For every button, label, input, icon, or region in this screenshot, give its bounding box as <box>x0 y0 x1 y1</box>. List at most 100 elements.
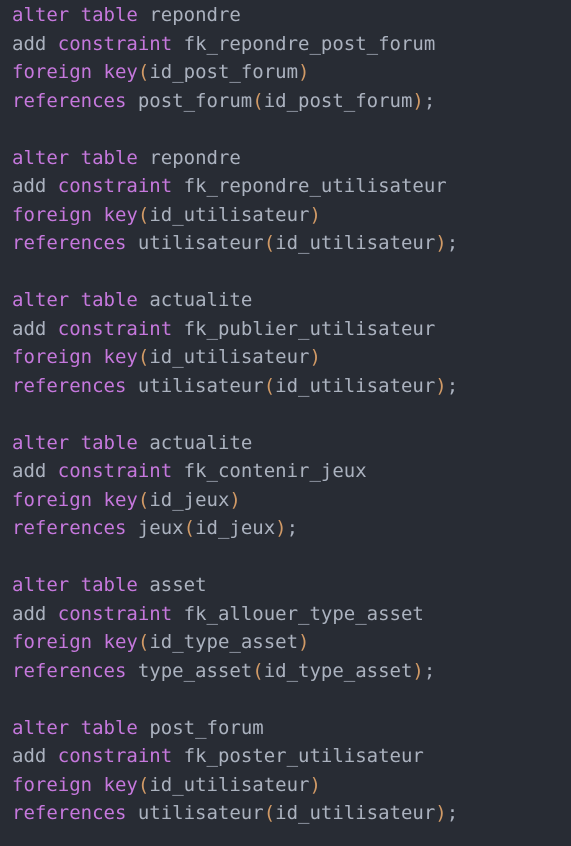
close-paren: ) <box>275 517 287 539</box>
close-paren: ) <box>309 203 321 226</box>
fk-column: id_jeux <box>149 488 230 511</box>
open-paren: ( <box>137 773 150 796</box>
table-name: repondre <box>149 4 241 26</box>
keyword-add: add <box>12 175 47 197</box>
referenced-column: id_utilisateur <box>275 374 436 397</box>
table-name: actualite <box>149 289 253 311</box>
code-line-references: references type_asset(id_type_asset); <box>12 657 571 686</box>
constraint-name: fk_repondre_utilisateur <box>183 175 447 197</box>
table-name: repondre <box>149 146 241 169</box>
keyword-references: references <box>12 89 127 112</box>
sql-statement-block: alter table actualite add constraint fk_p… <box>12 286 571 400</box>
referenced-column: id_post_forum <box>263 89 413 112</box>
keyword-alter: alter <box>12 289 70 311</box>
keyword-add: add <box>12 745 47 767</box>
keyword-references: references <box>12 659 127 682</box>
referenced-column: id_type_asset <box>263 659 413 682</box>
open-paren: ( <box>137 631 150 653</box>
keyword-alter: alter <box>12 574 70 596</box>
sql-statement-block: alter table actualite add constraint fk_c… <box>12 429 571 543</box>
open-paren: ( <box>137 346 150 368</box>
keyword-key: key <box>103 488 138 511</box>
keyword-table: table <box>80 289 138 311</box>
constraint-name: fk_publier_utilisateur <box>183 317 436 340</box>
sql-statement-block: alter table repondre add constraint fk_re… <box>12 144 571 258</box>
constraint-name: fk_repondre_post_forum <box>183 32 436 55</box>
referenced-table: utilisateur <box>137 802 264 824</box>
referenced-table: jeux <box>137 517 184 539</box>
keyword-add: add <box>12 317 47 340</box>
keyword-table: table <box>80 574 138 596</box>
keyword-constraint: constraint <box>57 745 173 767</box>
semicolon: ; <box>446 802 459 824</box>
keyword-constraint: constraint <box>57 602 173 625</box>
close-paren: ) <box>412 89 424 112</box>
close-paren: ) <box>435 802 447 824</box>
referenced-table: utilisateur <box>137 232 264 254</box>
keyword-key: key <box>103 773 138 796</box>
fk-column: id_utilisateur <box>149 346 310 368</box>
referenced-column: id_jeux <box>195 517 276 539</box>
keyword-alter: alter <box>12 146 70 169</box>
code-line-references: references utilisateur(id_utilisateur); <box>12 799 571 828</box>
referenced-column: id_utilisateur <box>275 802 436 824</box>
semicolon: ; <box>446 374 459 397</box>
open-paren: ( <box>263 232 276 254</box>
keyword-foreign: foreign <box>12 203 93 226</box>
open-paren: ( <box>137 61 150 83</box>
keyword-add: add <box>12 460 47 482</box>
keyword-add: add <box>12 602 47 625</box>
keyword-alter: alter <box>12 431 70 454</box>
close-paren: ) <box>298 61 310 83</box>
keyword-constraint: constraint <box>57 175 173 197</box>
keyword-references: references <box>12 374 127 397</box>
open-paren: ( <box>183 517 196 539</box>
keyword-foreign: foreign <box>12 346 93 368</box>
keyword-foreign: foreign <box>12 773 93 796</box>
keyword-alter: alter <box>12 716 70 739</box>
table-name: asset <box>149 574 207 596</box>
table-name: post_forum <box>149 716 264 739</box>
keyword-foreign: foreign <box>12 631 93 653</box>
keyword-key: key <box>103 631 138 653</box>
code-line-add-constraint: add constraint fk_repondre_utilisateur <box>12 172 571 201</box>
keyword-key: key <box>103 346 138 368</box>
code-line-add-constraint: add constraint fk_publier_utilisateur <box>12 315 571 344</box>
keyword-foreign: foreign <box>12 61 93 83</box>
fk-column: id_type_asset <box>149 631 299 653</box>
keyword-foreign: foreign <box>12 488 93 511</box>
constraint-name: fk_allouer_type_asset <box>183 602 424 625</box>
code-line-references: references utilisateur(id_utilisateur); <box>12 229 571 258</box>
close-paren: ) <box>229 488 241 511</box>
close-paren: ) <box>309 773 321 796</box>
keyword-alter: alter <box>12 4 70 26</box>
referenced-table: type_asset <box>137 659 253 682</box>
code-line-alter-table: alter table asset <box>12 571 571 600</box>
close-paren: ) <box>298 631 310 653</box>
open-paren: ( <box>252 89 264 112</box>
code-line-alter-table: alter table actualite <box>12 286 571 315</box>
keyword-key: key <box>103 61 138 83</box>
keyword-constraint: constraint <box>57 317 173 340</box>
keyword-references: references <box>12 232 127 254</box>
code-line-foreign-key: foreign key(id_utilisateur) <box>12 201 571 230</box>
keyword-references: references <box>12 517 127 539</box>
semicolon: ; <box>286 517 299 539</box>
table-name: actualite <box>149 431 253 454</box>
code-line-alter-table: alter table repondre <box>12 144 571 173</box>
referenced-column: id_utilisateur <box>275 232 436 254</box>
code-line-foreign-key: foreign key(id_utilisateur) <box>12 771 571 800</box>
sql-statement-block: alter table repondre add constraint fk_re… <box>12 1 571 115</box>
open-paren: ( <box>137 203 150 226</box>
keyword-constraint: constraint <box>57 32 173 55</box>
keyword-table: table <box>80 716 138 739</box>
code-editor[interactable]: alter table repondre add constraint fk_re… <box>0 0 571 846</box>
code-line-references: references jeux(id_jeux); <box>12 514 571 543</box>
semicolon: ; <box>423 659 436 682</box>
code-line-add-constraint: add constraint fk_poster_utilisateur <box>12 742 571 771</box>
code-line-foreign-key: foreign key(id_jeux) <box>12 486 571 515</box>
code-line-add-constraint: add constraint fk_repondre_post_forum <box>12 30 571 59</box>
semicolon: ; <box>446 232 459 254</box>
code-line-alter-table: alter table post_forum <box>12 714 571 743</box>
keyword-key: key <box>103 203 138 226</box>
